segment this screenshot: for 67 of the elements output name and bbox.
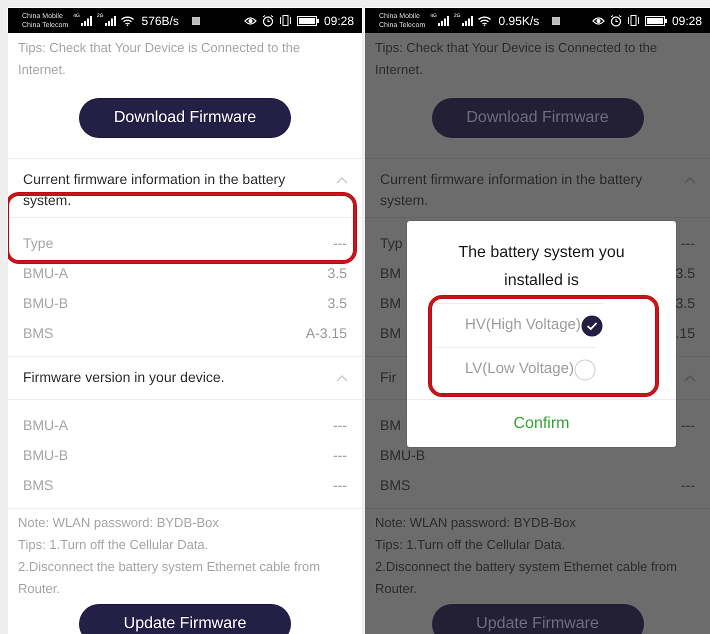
eye-icon <box>244 16 257 26</box>
row-value: 3.5 <box>676 264 695 282</box>
row-label: Type <box>23 234 54 253</box>
row-label: BMU-B <box>23 446 68 464</box>
note-text: Note: WLAN password: BYDB-Box <box>375 514 577 532</box>
section-title: Current firmware information in the battery system. <box>380 170 644 210</box>
row-value: 3.5 <box>328 294 347 312</box>
row-value: 3.5 <box>328 264 347 282</box>
row-label: BMU-A <box>23 416 68 434</box>
row-label: BMS <box>23 476 54 494</box>
note-text: Note: WLAN password: BYDB-Box <box>18 514 220 532</box>
row-label: BM <box>380 264 401 282</box>
row-label: BMS <box>23 324 54 342</box>
note-text: Tips: 1.Turn off the Cellular Data. <box>375 536 566 554</box>
row-label: BMU-A <box>23 264 68 282</box>
update-firmware-button[interactable]: Update Firmware <box>79 604 291 634</box>
notification-icon <box>192 16 200 24</box>
row-value: --- <box>333 476 347 494</box>
section-title: Current firmware information in the battery system. <box>23 170 286 210</box>
signal-icon <box>438 16 449 26</box>
voltage-option[interactable]: LV(Low Voltage) <box>435 347 596 391</box>
tips-text: Tips: Check that Your Device is Connected to the Internet. <box>17 39 302 79</box>
row-value: 3.5 <box>676 294 695 312</box>
signal-icon <box>80 16 92 26</box>
vibrate-icon <box>278 15 292 26</box>
row-value: --- <box>333 416 347 434</box>
download-firmware-button[interactable]: Download Firmware <box>432 98 644 138</box>
clock-time: 09:28 <box>672 12 702 30</box>
row-value: --- <box>681 416 695 434</box>
update-firmware-button[interactable]: Update Firmware <box>432 604 644 634</box>
section-title: Fir <box>380 368 396 387</box>
voltage-option[interactable]: HV(High Voltage) <box>435 303 603 347</box>
clock-time: 09:28 <box>324 12 354 30</box>
row-label: BMS <box>380 476 410 494</box>
vibrate-icon <box>626 15 640 26</box>
note-text: Tips: 1.Turn off the Cellular Data. <box>18 536 210 554</box>
note-text: 2.Disconnect the battery system Ethernet cable from Router. <box>18 558 322 598</box>
alarm-icon <box>262 14 274 26</box>
row-value: --- <box>333 446 347 464</box>
row-value: --- <box>681 476 695 494</box>
wifi-icon <box>478 16 491 26</box>
signal-icon <box>462 16 473 26</box>
network-speed: 0.95K/s <box>498 12 540 30</box>
row-label: BMU-B <box>380 446 426 464</box>
notification-icon <box>552 16 560 24</box>
row-label: Typ <box>380 234 403 253</box>
note-text: 2.Disconnect the battery system Ethernet cable from Router. <box>375 558 678 598</box>
alarm-icon <box>610 14 622 26</box>
row-label: BM <box>380 416 401 434</box>
row-label: BM <box>380 294 401 312</box>
row-value: A-3.15 <box>306 324 347 342</box>
row-value: .15 <box>676 324 695 342</box>
row-label: BMU-B <box>23 294 68 312</box>
dialog-title: The battery system you installed is <box>457 243 626 291</box>
signal-icon <box>104 16 116 26</box>
row-label: BM <box>380 324 401 342</box>
eye-icon <box>592 16 605 26</box>
row-value: --- <box>681 234 695 252</box>
confirm-button[interactable]: Confirm <box>407 399 676 447</box>
section-title: Firmware version in your device. <box>23 368 225 387</box>
battery-icon <box>644 16 667 26</box>
download-firmware-button[interactable]: Download Firmware <box>79 98 291 138</box>
row-value: --- <box>333 234 347 252</box>
tips-text: Tips: Check that Your Device is Connected to the Internet. <box>374 39 658 79</box>
battery-icon <box>296 16 319 26</box>
network-speed: 576B/s <box>142 12 179 30</box>
wifi-icon <box>120 16 134 26</box>
